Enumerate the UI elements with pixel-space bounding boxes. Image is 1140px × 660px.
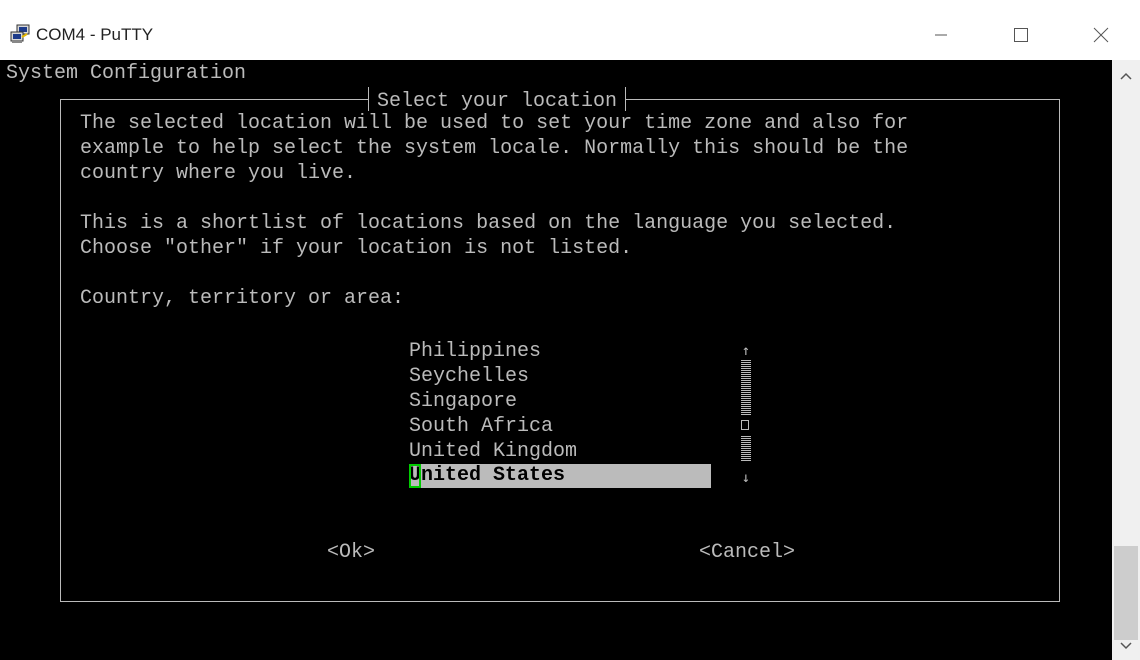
description-line: The selected location will be used to se…	[80, 112, 909, 135]
dialog-title: Select your location	[368, 87, 627, 114]
window-title: COM4 - PuTTY	[36, 25, 154, 44]
dialog-title-text: Select your location	[377, 90, 618, 113]
scrollbar-thumb[interactable]	[1114, 546, 1138, 640]
description-line: example to help select the system locale…	[80, 137, 909, 160]
scroll-down-arrow-icon	[1120, 642, 1132, 650]
close-button[interactable]	[1078, 20, 1124, 50]
list-scroll-track	[741, 360, 751, 416]
scroll-down-button[interactable]	[1112, 634, 1140, 658]
maximize-button[interactable]	[998, 20, 1044, 50]
description-line: Choose "other" if your location is not l…	[80, 237, 633, 260]
location-option-singapore[interactable]: Singapore	[409, 390, 711, 414]
minimize-button[interactable]	[918, 20, 964, 50]
close-icon	[1093, 27, 1109, 43]
location-option-south-africa[interactable]: South Africa	[409, 415, 711, 439]
putty-window: COM4 - PuTTY System Configuration Select…	[0, 0, 1140, 660]
location-option-united-states[interactable]: United States	[409, 464, 711, 488]
scroll-up-arrow-icon	[1120, 72, 1132, 80]
text-cursor	[409, 464, 421, 488]
list-scroll-up-arrow-icon: ↑	[741, 343, 751, 359]
description-line: This is a shortlist of locations based o…	[80, 212, 897, 235]
list-scroll-down-arrow-icon: ↓	[741, 470, 751, 486]
putty-icon[interactable]	[10, 24, 32, 44]
description-line: country where you live.	[80, 162, 357, 185]
list-scroll-track	[741, 436, 751, 462]
location-option-seychelles[interactable]: Seychelles	[409, 365, 711, 389]
cancel-button[interactable]: <Cancel>	[699, 541, 795, 565]
terminal-screen[interactable]: System Configuration Select your locatio…	[0, 60, 1112, 660]
title-bar[interactable]: COM4 - PuTTY	[0, 0, 1140, 60]
location-prompt: Country, territory or area:	[80, 287, 405, 310]
location-option-philippines[interactable]: Philippines	[409, 340, 711, 364]
terminal-header: System Configuration	[6, 62, 247, 85]
maximize-icon	[1014, 28, 1028, 42]
list-scroll-thumb	[741, 420, 749, 430]
location-option-united-kingdom[interactable]: United Kingdom	[409, 440, 711, 464]
ok-button[interactable]: <Ok>	[327, 541, 375, 565]
minimize-icon	[935, 34, 947, 36]
vertical-scrollbar[interactable]	[1112, 60, 1140, 660]
scroll-up-button[interactable]	[1112, 64, 1140, 88]
